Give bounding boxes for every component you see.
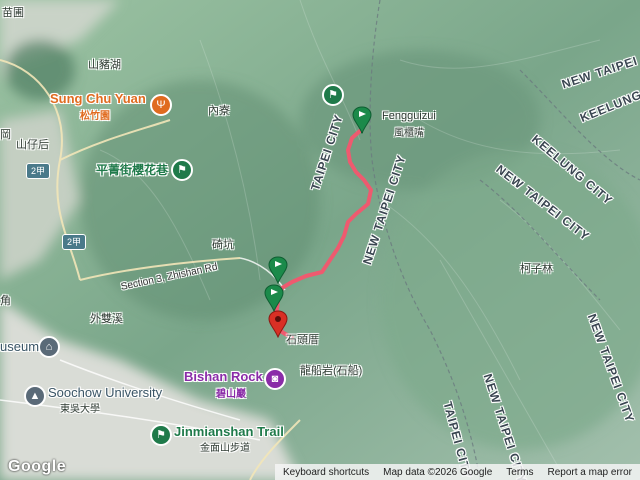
poi-label-pingjing[interactable]: 平菁街櫻花巷 <box>96 161 168 178</box>
hiking-icon[interactable]: ⚑ <box>322 84 344 106</box>
place-label-neiliao: 內寮 <box>208 105 230 117</box>
poi-label-jinmianshan[interactable]: Jinmianshan Trail <box>174 424 284 439</box>
place-label-waishuangxi: 外雙溪 <box>90 313 123 325</box>
poi-label-sung-chu-yuan[interactable]: Sung Chu Yuan <box>50 91 146 106</box>
flag-marker-icon[interactable] <box>352 106 372 134</box>
poi-label-sung-chu-yuan-zh: 松竹園 <box>80 111 110 122</box>
hiking-icon[interactable]: ⚑ <box>171 159 193 181</box>
map-canvas[interactable]: 苗圃 山豬湖 Sung Chu Yuan 松竹園 Ψ 內寮 岡 山仔后 2甲 2… <box>0 0 640 480</box>
hiking-icon[interactable]: ⚑ <box>150 424 172 446</box>
route-shield-2b: 2甲 <box>62 234 86 250</box>
restaurant-icon[interactable]: Ψ <box>150 94 172 116</box>
poi-label-soochow-zh: 東吳大學 <box>60 404 100 415</box>
attribution-bar: Keyboard shortcuts Map data ©2026 Google… <box>274 464 640 480</box>
google-logo: Google <box>8 458 67 475</box>
photo-icon[interactable]: ◙ <box>264 368 286 390</box>
route-shield-2: 2甲 <box>26 163 50 179</box>
place-label-gang: 岡 <box>0 129 11 141</box>
pin-marker-icon[interactable] <box>268 310 288 338</box>
poi-label-museum[interactable]: useum <box>0 339 39 354</box>
place-label-kezilin: 柯子林 <box>520 263 553 275</box>
poi-label-bishan-zh: 碧山巖 <box>216 389 246 400</box>
university-icon[interactable]: ▲ <box>24 385 46 407</box>
terms-link[interactable]: Terms <box>506 467 533 478</box>
place-label-longchuan: 龍船岩(石船) <box>300 365 363 377</box>
flag-marker-icon[interactable] <box>264 284 284 312</box>
poi-label-jinmianshan-zh: 金面山步道 <box>200 443 250 454</box>
place-label-shanzihou: 山仔后 <box>16 139 49 151</box>
place-label-weikeng: 碕坑 <box>212 239 234 251</box>
place-label-miaopu: 苗圃 <box>2 7 24 19</box>
place-label-shanzhuhu: 山豬湖 <box>88 59 121 71</box>
report-error-link[interactable]: Report a map error <box>548 467 632 478</box>
map-data-text: Map data ©2026 Google <box>383 466 493 478</box>
place-label-fengguizui: Fengguizui <box>382 110 436 122</box>
keyboard-shortcuts-link[interactable]: Keyboard shortcuts <box>283 467 369 478</box>
museum-icon[interactable]: ⌂ <box>38 336 60 358</box>
place-label-jiao: 角 <box>0 295 11 307</box>
place-label-shitouchu: 石頭厝 <box>286 334 319 346</box>
flag-marker-icon[interactable] <box>268 256 288 284</box>
poi-label-bishan-rock[interactable]: Bishan Rock <box>184 369 263 384</box>
poi-label-soochow[interactable]: Soochow University <box>48 385 162 400</box>
place-label-fengguizui-zh: 風櫃嘴 <box>394 128 424 139</box>
